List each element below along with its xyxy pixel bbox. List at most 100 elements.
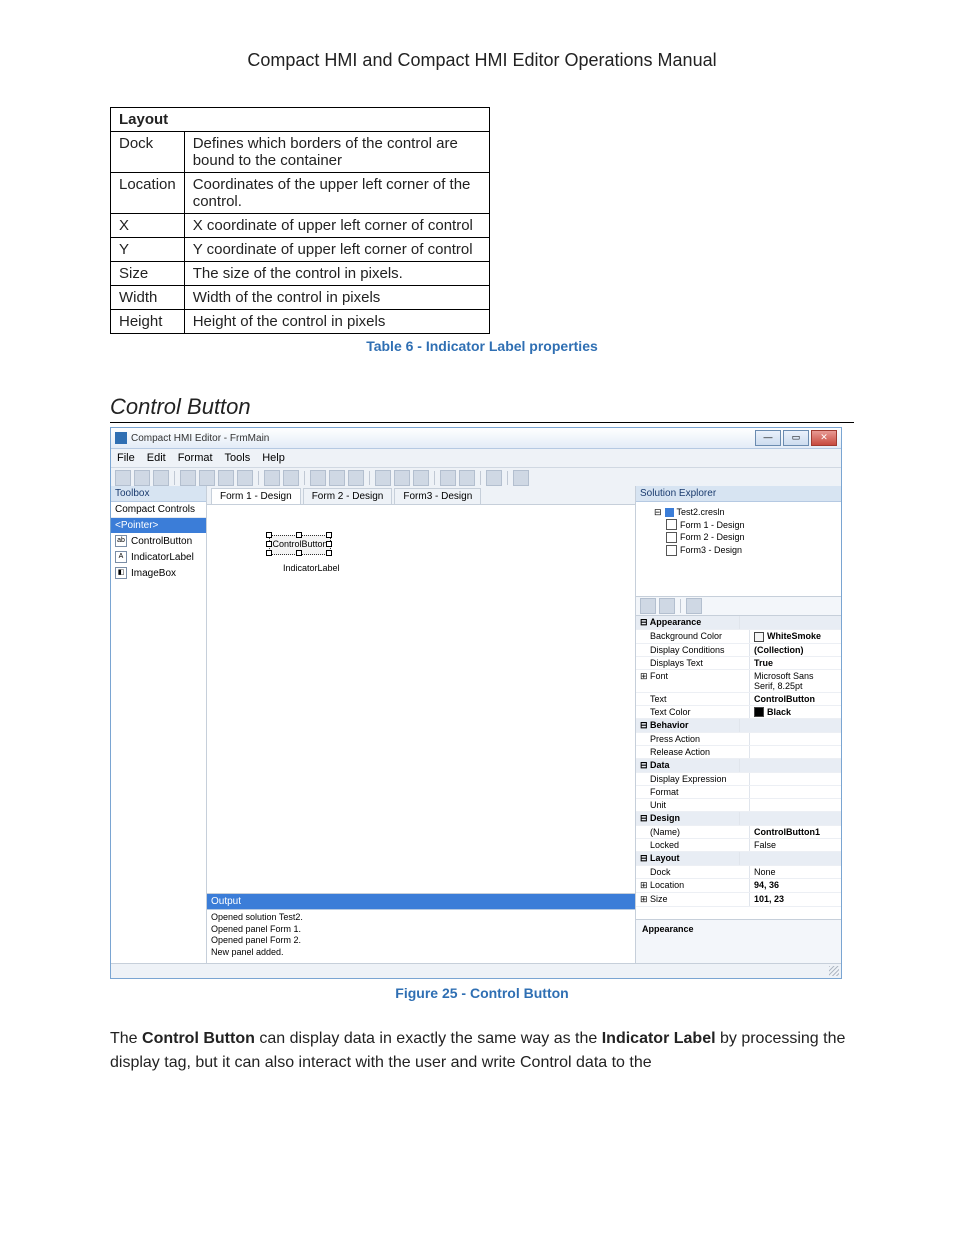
form-node[interactable]: Form 2 - Design xyxy=(642,531,835,544)
project-node[interactable]: ⊟Test2.cresln xyxy=(642,506,835,519)
toolbar-icon[interactable] xyxy=(394,470,410,486)
property-row[interactable]: Display Conditions(Collection) xyxy=(636,644,841,657)
output-line: Opened solution Test2. xyxy=(211,912,631,924)
toolbox-item-icon: ◧ xyxy=(115,567,127,579)
property-row[interactable]: Displays TextTrue xyxy=(636,657,841,670)
alphabetical-icon[interactable] xyxy=(659,598,675,614)
toolbar-icon[interactable] xyxy=(180,470,196,486)
property-row[interactable]: Display Expression xyxy=(636,773,841,786)
table-row-desc: Y coordinate of upper left corner of con… xyxy=(184,238,489,262)
minimize-button[interactable]: — xyxy=(755,430,781,446)
property-row[interactable]: DockNone xyxy=(636,866,841,879)
body-paragraph: The Control Button can display data in e… xyxy=(110,1027,854,1075)
property-row[interactable]: Press Action xyxy=(636,733,841,746)
table-row-key: Size xyxy=(111,262,185,286)
categorized-icon[interactable] xyxy=(640,598,656,614)
property-pages-icon[interactable] xyxy=(686,598,702,614)
toolbar-icon[interactable] xyxy=(153,470,169,486)
toolbar-icon[interactable] xyxy=(310,470,326,486)
output-line: Opened panel Form 2. xyxy=(211,935,631,947)
property-category[interactable]: ⊟ Design xyxy=(636,812,841,826)
toolbar-icon[interactable] xyxy=(413,470,429,486)
property-category[interactable]: ⊟ Appearance xyxy=(636,616,841,630)
toolbar-icon[interactable] xyxy=(115,470,131,486)
property-grid-toolbar xyxy=(636,597,841,616)
document-title: Compact HMI and Compact HMI Editor Opera… xyxy=(110,50,854,71)
toolbox-item-icon: A xyxy=(115,551,127,563)
property-grid: ⊟ AppearanceBackground ColorWhiteSmokeDi… xyxy=(636,597,841,964)
toolbar-icon[interactable] xyxy=(513,470,529,486)
form-node[interactable]: Form3 - Design xyxy=(642,544,835,557)
table-row-desc: X coordinate of upper left corner of con… xyxy=(184,214,489,238)
property-category[interactable]: ⊟ Behavior xyxy=(636,719,841,733)
toolbar-icon[interactable] xyxy=(348,470,364,486)
toolbox-pointer[interactable]: <Pointer> xyxy=(111,518,206,533)
maximize-button[interactable]: ▭ xyxy=(783,430,809,446)
toolbar-icon[interactable] xyxy=(486,470,502,486)
property-row[interactable]: ⊞ Location94, 36 xyxy=(636,879,841,893)
resize-grip-icon[interactable] xyxy=(829,966,839,976)
menu-item[interactable]: Tools xyxy=(225,452,251,464)
toolbar-icon[interactable] xyxy=(134,470,150,486)
toolbar-icon[interactable] xyxy=(264,470,280,486)
toolbar-icon[interactable] xyxy=(440,470,456,486)
status-bar xyxy=(111,963,841,978)
property-row[interactable]: ⊞ Size101, 23 xyxy=(636,893,841,907)
menu-item[interactable]: File xyxy=(117,452,135,464)
toolbox-item[interactable]: AIndicatorLabel xyxy=(111,549,206,565)
toolbar-icon[interactable] xyxy=(283,470,299,486)
property-category[interactable]: ⊟ Layout xyxy=(636,852,841,866)
table-row-key: Y xyxy=(111,238,185,262)
designer-canvas[interactable]: ControlButton IndicatorLabel xyxy=(207,505,635,893)
screenshot-compact-hmi-editor: Compact HMI Editor - FrmMain — ▭ ✕ File E… xyxy=(110,427,842,979)
property-row[interactable]: Background ColorWhiteSmoke xyxy=(636,630,841,644)
property-row[interactable]: (Name)ControlButton1 xyxy=(636,826,841,839)
toolbar-icon[interactable] xyxy=(459,470,475,486)
table-row-key: X xyxy=(111,214,185,238)
toolbar-icon[interactable] xyxy=(329,470,345,486)
toolbox-group: Compact Controls xyxy=(111,502,206,518)
close-button[interactable]: ✕ xyxy=(811,430,837,446)
table-header: Layout xyxy=(111,108,490,132)
property-category[interactable]: ⊟ Data xyxy=(636,759,841,773)
form-icon xyxy=(666,545,677,556)
output-header: Output xyxy=(207,894,635,910)
property-row[interactable]: TextControlButton xyxy=(636,693,841,706)
property-description: Appearance xyxy=(636,919,841,964)
property-row[interactable]: Unit xyxy=(636,799,841,812)
toolbar-icon[interactable] xyxy=(199,470,215,486)
property-row[interactable]: LockedFalse xyxy=(636,839,841,852)
indicatorlabel-text: IndicatorLabel xyxy=(283,563,340,573)
property-row[interactable]: Format xyxy=(636,786,841,799)
window-title: Compact HMI Editor - FrmMain xyxy=(131,433,753,444)
figure-caption: Figure 25 - Control Button xyxy=(110,985,854,1001)
solution-explorer-header: Solution Explorer xyxy=(636,486,841,502)
output-pane: Output Opened solution Test2.Opened pane… xyxy=(207,893,635,964)
table-caption: Table 6 - Indicator Label properties xyxy=(110,338,854,354)
menu-item[interactable]: Format xyxy=(178,452,213,464)
output-line: Opened panel Form 1. xyxy=(211,924,631,936)
toolbar-icon[interactable] xyxy=(218,470,234,486)
toolbox-item-icon: ab xyxy=(115,535,127,547)
toolbox-item[interactable]: abControlButton xyxy=(111,533,206,549)
app-icon xyxy=(115,432,127,444)
toolbar-separator xyxy=(369,471,370,485)
menu-item[interactable]: Help xyxy=(262,452,285,464)
output-line: New panel added. xyxy=(211,947,631,959)
toolbox-item[interactable]: ◧ImageBox xyxy=(111,565,206,581)
table-row-desc: The size of the control in pixels. xyxy=(184,262,489,286)
designer-tab[interactable]: Form 1 - Design xyxy=(211,488,301,504)
menu-item[interactable]: Edit xyxy=(147,452,166,464)
toolbar-icon[interactable] xyxy=(375,470,391,486)
form-node[interactable]: Form 1 - Design xyxy=(642,519,835,532)
toolbar-separator xyxy=(434,471,435,485)
section-heading: Control Button xyxy=(110,394,854,423)
table-row-desc: Width of the control in pixels xyxy=(184,286,489,310)
window-titlebar: Compact HMI Editor - FrmMain — ▭ ✕ xyxy=(111,428,841,449)
toolbar-icon[interactable] xyxy=(237,470,253,486)
property-row[interactable]: Release Action xyxy=(636,746,841,759)
designer-tab[interactable]: Form3 - Design xyxy=(394,488,481,504)
designer-tab[interactable]: Form 2 - Design xyxy=(303,488,393,504)
property-row[interactable]: ⊞ FontMicrosoft Sans Serif, 8.25pt xyxy=(636,670,841,693)
property-row[interactable]: Text ColorBlack xyxy=(636,706,841,720)
